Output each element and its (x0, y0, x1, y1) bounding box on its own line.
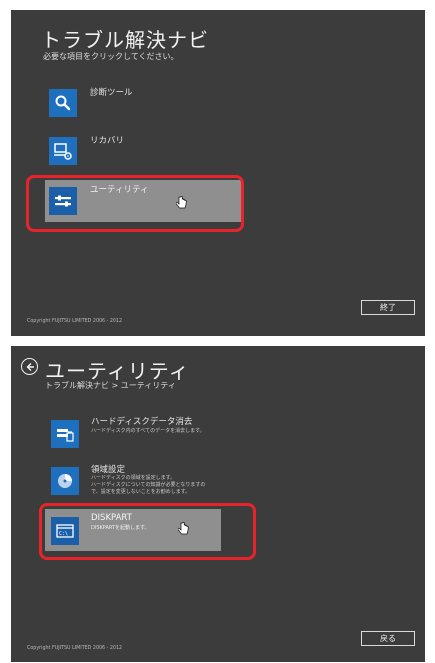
annotation-highlight-box (39, 503, 256, 560)
menu-item-label: ハードディスクデータ消去 (91, 417, 193, 427)
hand-cursor-icon (178, 522, 189, 535)
breadcrumb: トラブル解決ナビ > ユーティリティ (45, 381, 176, 390)
menu-item-label: 診断ツール (90, 88, 133, 98)
arrow-left-icon (26, 362, 34, 371)
back-button[interactable]: 戻る (361, 631, 415, 646)
menu-item-description: ハードディスク内のすべてのデータを消去します。 (91, 428, 205, 434)
copyright-text: Copyright FUJITSU LIMITED 2006 - 2012 (27, 646, 123, 651)
disk-erase-icon (51, 420, 79, 448)
menu-item-description: で、設定を変更しないことをお勧めします。 (91, 489, 191, 495)
hand-cursor-icon (176, 196, 187, 209)
page-title: トラブル解決ナビ (41, 28, 209, 52)
copyright-text: Copyright FUJITSU LIMITED 2006 - 2012 (27, 319, 123, 324)
exit-button[interactable]: 終了 (361, 300, 415, 315)
menu-item-label: リカバリ (90, 136, 125, 146)
trouble-navi-main-screen: トラブル解決ナビ 必要な項目をクリックしてください。 診断ツール リカバリ ユー… (11, 10, 425, 336)
menu-item-label: 領域設定 (91, 465, 126, 475)
back-arrow-button[interactable] (21, 358, 38, 375)
disk-partition-icon (51, 467, 79, 495)
utility-screen: ユーティリティ トラブル解決ナビ > ユーティリティ ハードディスクデータ消去 … (11, 346, 425, 662)
search-icon (49, 89, 77, 117)
computer-gear-icon (49, 137, 77, 165)
page-subtitle: 必要な項目をクリックしてください。 (43, 52, 179, 61)
annotation-highlight-box (26, 175, 244, 232)
